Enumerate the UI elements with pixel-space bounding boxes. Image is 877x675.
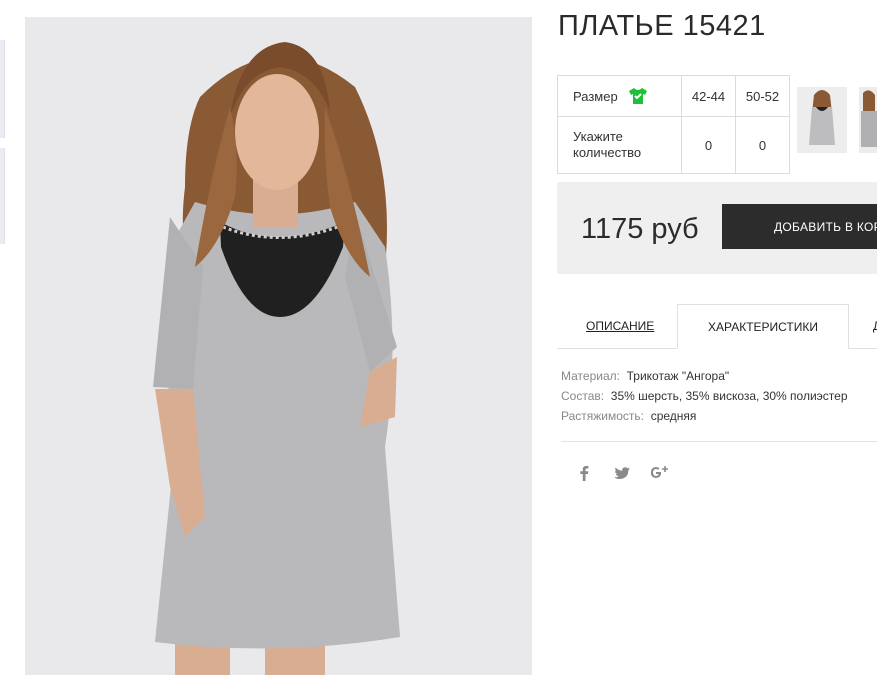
spec-row: Растяжимость: средняя <box>561 406 848 426</box>
tab-characteristics[interactable]: ХАРАКТЕРИСТИКИ <box>677 304 849 349</box>
product-price: 1175 руб <box>581 213 699 245</box>
tab-more[interactable]: Д <box>873 304 877 348</box>
size-chart-icon[interactable] <box>628 87 648 105</box>
quantity-input[interactable]: 0 <box>735 116 790 174</box>
spec-row: Состав: 35% шерсть, 35% вискоза, 30% пол… <box>561 386 848 406</box>
spec-key: Состав: <box>561 389 605 403</box>
product-thumbnail[interactable] <box>859 87 877 153</box>
add-to-cart-button[interactable]: ДОБАВИТЬ В КОРЗИНУ <box>722 204 877 249</box>
spec-value: Трикотаж "Ангора" <box>626 369 730 383</box>
product-thumbnail[interactable] <box>797 87 847 153</box>
social-share <box>574 465 670 485</box>
gallery-thumbnail[interactable] <box>0 40 5 138</box>
quantity-label-line1: Укажите <box>573 129 623 144</box>
spec-key: Растяжимость: <box>561 409 645 423</box>
spec-row: Материал: Трикотаж "Ангора" <box>561 366 848 386</box>
divider <box>561 441 877 442</box>
spec-value: 35% шерсть, 35% вискоза, 30% полиэстер <box>610 389 848 403</box>
tab-description[interactable]: ОПИСАНИЕ <box>586 304 654 348</box>
buy-panel: 1175 руб ДОБАВИТЬ В КОРЗИНУ <box>557 182 877 274</box>
quantity-label-line2: количество <box>573 145 642 160</box>
product-title: ПЛАТЬЕ 15421 <box>558 10 766 42</box>
product-tabs: ОПИСАНИЕ ХАРАКТЕРИСТИКИ Д <box>557 304 877 349</box>
gallery-thumbnail[interactable] <box>0 148 5 244</box>
size-option[interactable]: 50-52 <box>735 75 790 117</box>
size-quantity-table: Размер 42-44 50-52 Укажите количество 0 … <box>557 75 790 174</box>
facebook-icon[interactable] <box>574 465 594 485</box>
product-main-image[interactable] <box>25 17 532 675</box>
size-label: Размер <box>573 88 618 104</box>
characteristics-list: Материал: Трикотаж "Ангора" Состав: 35% … <box>561 366 848 426</box>
quantity-input[interactable]: 0 <box>681 116 736 174</box>
size-option[interactable]: 42-44 <box>681 75 736 117</box>
twitter-icon[interactable] <box>612 466 632 484</box>
add-to-cart-label: ДОБАВИТЬ В КОРЗИНУ <box>774 219 877 234</box>
spec-key: Материал: <box>561 369 620 383</box>
spec-value: средняя <box>650 409 697 423</box>
google-plus-icon[interactable] <box>650 465 670 485</box>
